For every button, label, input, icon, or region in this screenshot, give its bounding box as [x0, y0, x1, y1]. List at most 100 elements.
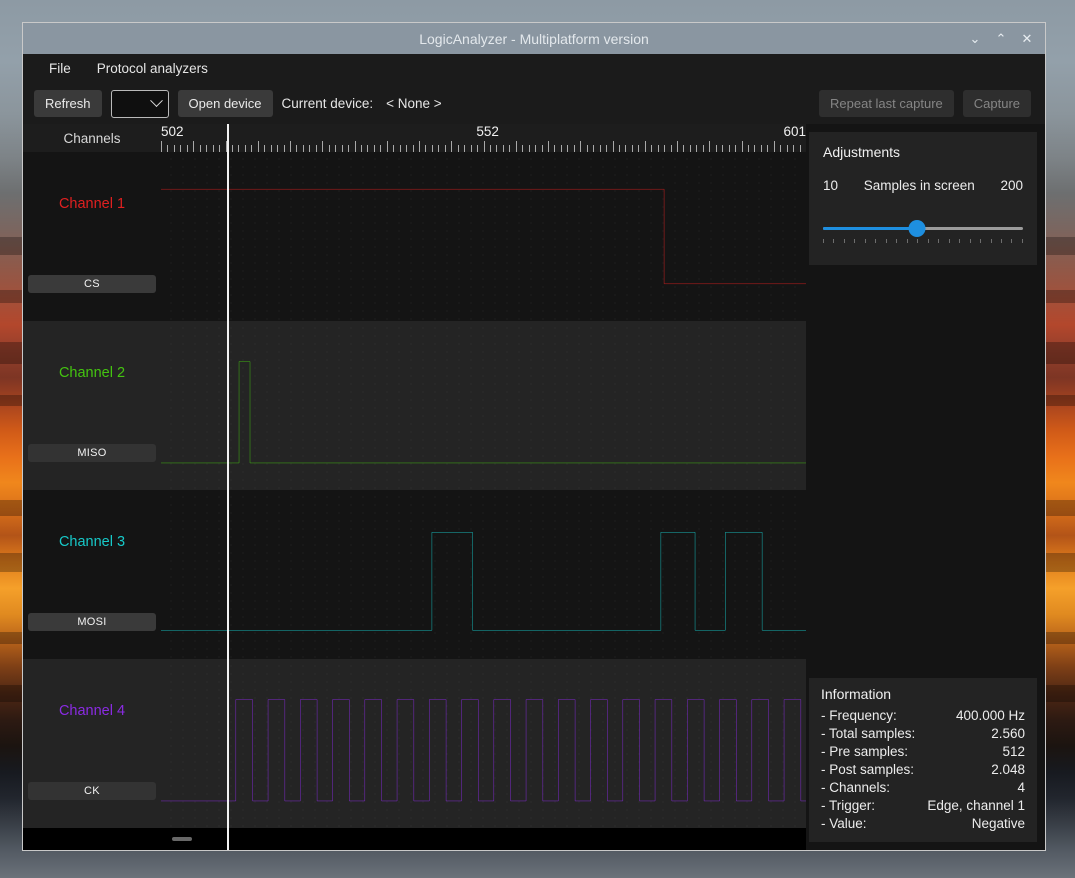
refresh-button[interactable]: Refresh	[34, 90, 102, 117]
slider-tick	[980, 239, 981, 243]
information-row: - Value:Negative	[821, 814, 1025, 832]
timeline-ruler[interactable]: 502552601	[161, 124, 806, 152]
horizontal-scrollbar[interactable]	[23, 828, 806, 850]
slider-thumb[interactable]	[909, 220, 926, 237]
ruler-tick	[348, 145, 349, 152]
ruler-tick	[683, 145, 684, 152]
slider-tick	[1011, 239, 1012, 243]
adjustments-panel: Adjustments 10 Samples in screen 200	[809, 132, 1037, 265]
maximize-icon[interactable]: ⌃	[989, 27, 1013, 51]
channel-badge[interactable]: CK	[28, 782, 156, 800]
ruler-tick	[361, 145, 362, 152]
slider-tick	[907, 239, 908, 243]
device-select[interactable]	[111, 90, 169, 118]
samples-slider[interactable]	[823, 217, 1023, 245]
ruler-tick	[548, 141, 549, 152]
information-value: Edge, channel 1	[927, 798, 1025, 813]
slider-tick	[938, 239, 939, 243]
menu-item-file[interactable]: File	[49, 61, 71, 76]
waveform-trace	[161, 189, 806, 284]
waveform-trace	[161, 532, 806, 630]
ruler-tick	[735, 145, 736, 152]
ruler-tick	[767, 145, 768, 152]
slider-tick	[854, 239, 855, 243]
information-value: 2.560	[991, 726, 1025, 741]
ruler-tick	[161, 141, 162, 152]
ruler-tick	[580, 141, 581, 152]
application-window: LogicAnalyzer - Multiplatform version ⌄ …	[22, 22, 1046, 851]
slider-tick	[833, 239, 834, 243]
ruler-tick	[613, 141, 614, 152]
channel-name-cell: Channel 2 MISO	[23, 321, 161, 490]
samples-slider-label: Samples in screen	[838, 178, 1000, 193]
ruler-tick	[464, 145, 465, 152]
channel-list: Channel 1 CS Channel 2 MISO Channel 3	[23, 152, 806, 828]
information-title: Information	[821, 686, 1025, 702]
ruler-tick	[761, 145, 762, 152]
channel-name-cell: Channel 3 MOSI	[23, 490, 161, 659]
information-row: - Pre samples:512	[821, 742, 1025, 760]
ruler-tick	[567, 145, 568, 152]
ruler-tick	[671, 145, 672, 152]
ruler-tick	[522, 145, 523, 152]
channel-waveform[interactable]	[161, 659, 806, 828]
ruler-tick	[471, 145, 472, 152]
channel-name-cell: Channel 1 CS	[23, 152, 161, 321]
channel-title: Channel 2	[23, 365, 161, 381]
scrollbar-thumb[interactable]	[172, 837, 192, 841]
ruler-tick	[303, 145, 304, 152]
repeat-last-capture-button[interactable]: Repeat last capture	[819, 90, 954, 117]
ruler-tick	[438, 145, 439, 152]
channel-waveform[interactable]	[161, 152, 806, 321]
ruler-tick	[213, 145, 214, 152]
channel-waveform[interactable]	[161, 490, 806, 659]
open-device-button[interactable]: Open device	[178, 90, 273, 117]
chevron-down-icon	[150, 94, 163, 107]
information-key: - Channels:	[821, 780, 890, 795]
information-panel: Information - Frequency:400.000 Hz- Tota…	[809, 678, 1037, 842]
window-titlebar: LogicAnalyzer - Multiplatform version ⌄ …	[23, 23, 1045, 54]
ruler-tick	[800, 145, 801, 152]
ruler-tick	[638, 145, 639, 152]
ruler-tick	[477, 145, 478, 152]
ruler-tick	[554, 145, 555, 152]
channel-badge[interactable]: MOSI	[28, 613, 156, 631]
slider-tick	[917, 239, 918, 243]
information-row: - Trigger:Edge, channel 1	[821, 796, 1025, 814]
ruler-tick	[400, 145, 401, 152]
slider-ticks	[823, 239, 1023, 243]
ruler-tick	[238, 145, 239, 152]
channel-badge[interactable]: CS	[28, 275, 156, 293]
current-device-label: Current device:	[282, 96, 374, 111]
ruler-tick	[406, 145, 407, 152]
information-value: 512	[1002, 744, 1025, 759]
ruler-tick	[535, 145, 536, 152]
waveform-svg	[161, 659, 806, 828]
menu-item-protocol-analyzers[interactable]: Protocol analyzers	[97, 61, 208, 76]
minimize-icon[interactable]: ⌄	[963, 27, 987, 51]
ruler-tick	[625, 145, 626, 152]
information-row: - Channels:4	[821, 778, 1025, 796]
ruler-tick	[219, 145, 220, 152]
ruler-tick	[729, 145, 730, 152]
ruler-tick	[445, 145, 446, 152]
channel-badge[interactable]: MISO	[28, 444, 156, 462]
slider-tick	[865, 239, 866, 243]
information-row: - Frequency:400.000 Hz	[821, 706, 1025, 724]
main-area: Channels 502552601 Channel 1 CS Channel …	[23, 124, 1045, 850]
close-icon[interactable]: ✕	[1015, 27, 1039, 51]
window-controls: ⌄ ⌃ ✕	[963, 23, 1039, 54]
capture-button[interactable]: Capture	[963, 90, 1031, 117]
channel-waveform[interactable]	[161, 321, 806, 490]
ruler-tick	[393, 145, 394, 152]
ruler-tick	[284, 145, 285, 152]
ruler-tick	[187, 145, 188, 152]
ruler-tick	[167, 145, 168, 152]
information-value: 2.048	[991, 762, 1025, 777]
waveform-trace	[161, 700, 806, 801]
ruler-tick	[529, 145, 530, 152]
slider-tick	[991, 239, 992, 243]
information-value: 400.000 Hz	[956, 708, 1025, 723]
ruler-tick	[206, 145, 207, 152]
ruler-tick	[232, 145, 233, 152]
